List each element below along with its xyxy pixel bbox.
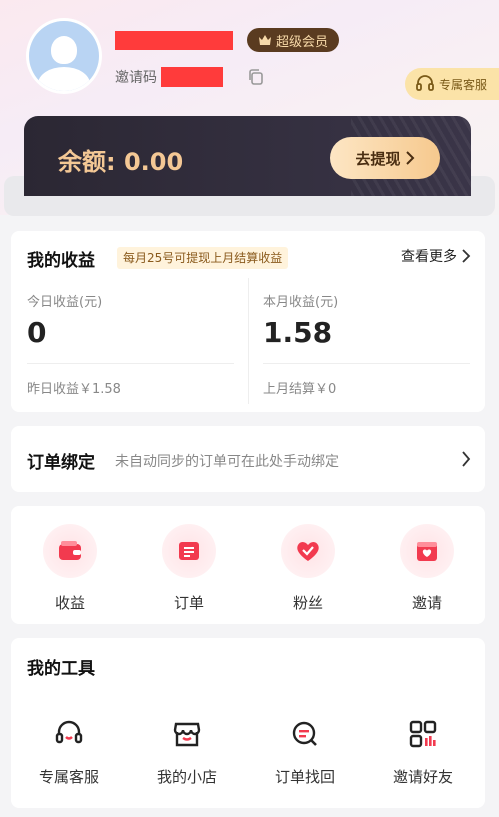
- order-search-icon: [292, 721, 317, 746]
- shop-icon: [173, 722, 201, 747]
- username-redacted: [115, 31, 233, 50]
- month-earnings: 本月收益(元) 1.58 上月结算￥0: [263, 291, 470, 397]
- chevron-right-icon: [405, 151, 414, 165]
- month-earnings-value: 1.58: [263, 316, 333, 349]
- last-month-settlement: 上月结算￥0: [263, 382, 337, 397]
- my-tools-card: 我的工具 专属客服 我的小店 订单找回 邀请好友: [11, 638, 485, 808]
- chevron-right-icon: [462, 451, 471, 467]
- service-chip-label: 专属客服: [439, 77, 488, 92]
- order-icon: [179, 542, 199, 560]
- tool-label: 订单找回: [274, 768, 335, 786]
- copy-icon[interactable]: [247, 68, 265, 86]
- tools-title: 我的工具: [27, 659, 95, 679]
- month-earnings-label: 本月收益(元): [263, 295, 339, 310]
- quick-item-label: 粉丝: [292, 594, 323, 612]
- earnings-card: 我的收益 每月25号可提现上月结算收益 查看更多 今日收益(元) 0 昨日收益￥…: [11, 231, 485, 412]
- order-bind-desc: 未自动同步的订单可在此处手动绑定: [115, 454, 339, 470]
- chevron-right-icon: [462, 249, 471, 263]
- earnings-more-link[interactable]: 查看更多: [401, 246, 471, 266]
- tool-item-shop[interactable]: 我的小店: [137, 718, 237, 787]
- vip-badge-label: 超级会员: [275, 34, 328, 50]
- tool-label: 专属客服: [38, 768, 99, 786]
- today-earnings: 今日收益(元) 0 昨日收益￥1.58: [27, 291, 234, 397]
- earnings-title: 我的收益: [27, 251, 95, 271]
- withdraw-label: 去提现: [355, 149, 401, 168]
- withdraw-button[interactable]: 去提现: [330, 137, 440, 179]
- quick-item-orders[interactable]: 订单: [149, 524, 229, 613]
- invite-code-label: 邀请码: [115, 70, 157, 86]
- tool-item-order-recovery[interactable]: 订单找回: [255, 718, 355, 787]
- yesterday-earnings: 昨日收益￥1.58: [27, 382, 121, 397]
- order-bind-card[interactable]: 订单绑定 未自动同步的订单可在此处手动绑定: [11, 426, 485, 492]
- quick-item-label: 收益: [54, 594, 85, 612]
- invite-code-row: 邀请码: [115, 66, 223, 88]
- balance-card: 余额: 0.00 去提现: [24, 116, 471, 196]
- exclusive-service-button[interactable]: 专属客服: [405, 68, 499, 100]
- tool-item-invite-friends[interactable]: 邀请好友: [373, 718, 473, 787]
- balance-amount: 余额: 0.00: [58, 148, 184, 176]
- earnings-more-label: 查看更多: [401, 249, 457, 265]
- avatar[interactable]: [26, 18, 102, 94]
- quick-item-invite[interactable]: 邀请: [387, 524, 467, 613]
- today-earnings-value: 0: [27, 316, 47, 349]
- qr-code-icon: [409, 720, 437, 748]
- invite-icon: [417, 542, 437, 561]
- default-avatar-icon: [29, 21, 99, 91]
- quick-item-label: 订单: [173, 594, 204, 612]
- wallet-icon: [59, 541, 81, 560]
- earnings-note: 每月25号可提现上月结算收益: [117, 247, 289, 269]
- quick-item-earnings[interactable]: 收益: [30, 524, 110, 613]
- headset-icon: [55, 720, 83, 744]
- tool-label: 我的小店: [156, 768, 217, 786]
- quick-item-fans[interactable]: 粉丝: [268, 524, 348, 613]
- invite-code-redacted: [161, 67, 223, 87]
- order-bind-title: 订单绑定: [27, 453, 95, 473]
- earnings-divider: [248, 278, 249, 404]
- tool-item-service[interactable]: 专属客服: [19, 718, 119, 787]
- tool-label: 邀请好友: [392, 768, 453, 786]
- quick-item-label: 邀请: [411, 594, 442, 612]
- headset-icon: [416, 75, 434, 91]
- today-earnings-label: 今日收益(元): [27, 295, 103, 310]
- quick-actions-card: 收益 订单 粉丝 邀请: [11, 506, 485, 624]
- heart-icon: [297, 542, 319, 561]
- vip-badge[interactable]: 超级会员: [247, 28, 339, 52]
- crown-icon: [258, 35, 271, 45]
